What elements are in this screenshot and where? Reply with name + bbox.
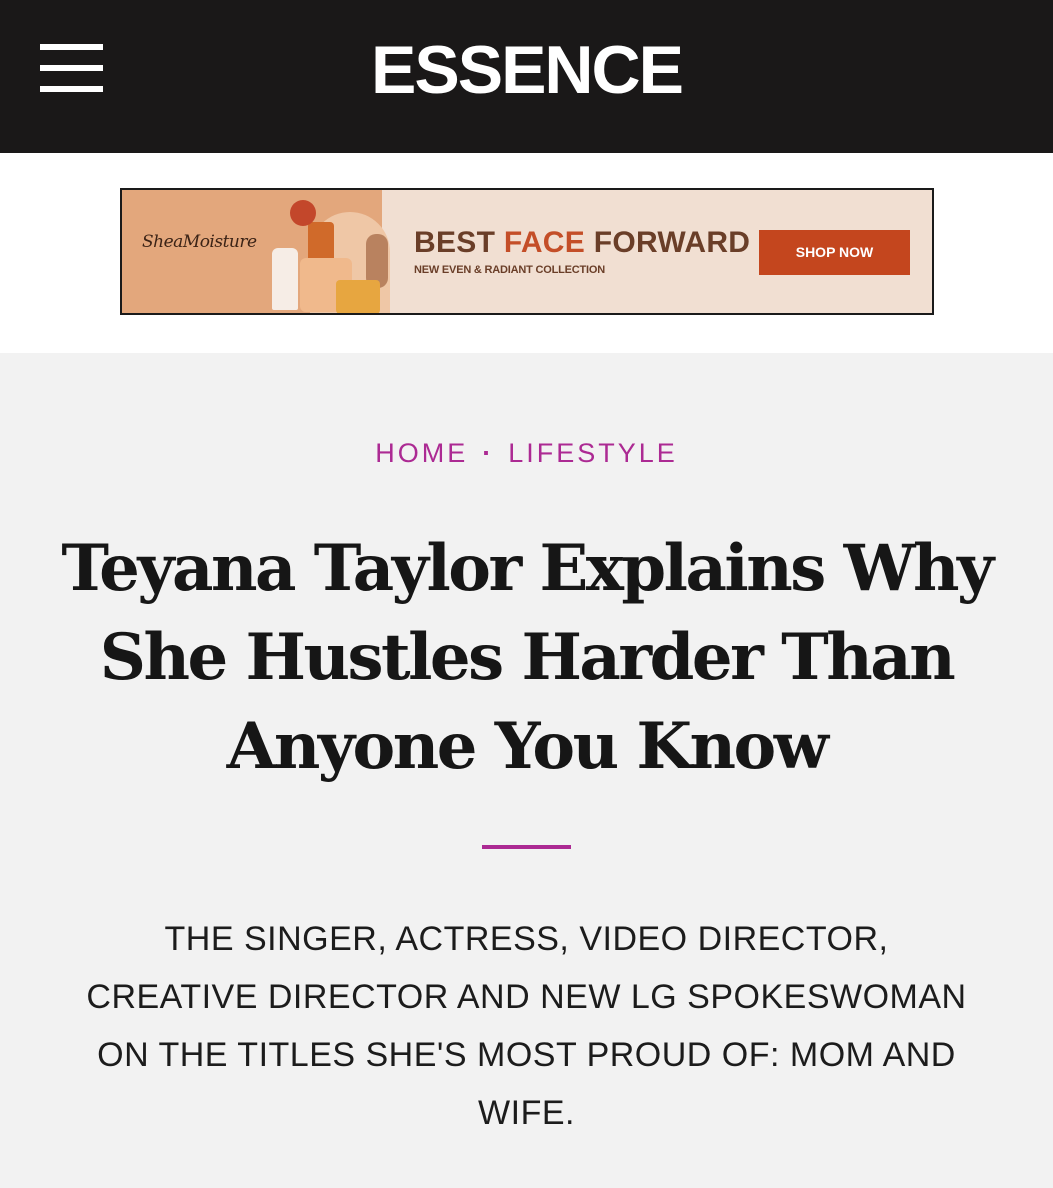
breadcrumb-lifestyle-link[interactable]: LIFESTYLE [508, 438, 678, 468]
ad-headline: BEST FACE FORWARD [414, 226, 750, 260]
ad-honeycomb-icon [336, 280, 380, 313]
ad-shop-now-button[interactable]: SHOP NOW [759, 230, 910, 275]
ad-new-badge-icon [290, 200, 316, 226]
site-header: ESSENCE [0, 0, 1053, 153]
banner-ad[interactable]: SheaMoisture BEST FACE FORWARD NEW EVEN … [120, 188, 934, 315]
breadcrumb-separator: · [482, 438, 495, 468]
article-title: Teyana Taylor Explains Why She Hustles H… [61, 531, 994, 784]
ad-bottle-icon [272, 248, 298, 310]
ad-brand-logo: SheaMoisture [142, 232, 257, 252]
ad-zone: SheaMoisture BEST FACE FORWARD NEW EVEN … [0, 153, 1053, 353]
breadcrumb: HOME · LIFESTYLE [0, 438, 1053, 469]
article-dek: THE SINGER, ACTRESS, VIDEO DIRECTOR, CRE… [86, 920, 967, 1132]
breadcrumb-home-link[interactable]: HOME [375, 438, 468, 468]
ad-subline: NEW EVEN & RADIANT COLLECTION [414, 264, 605, 276]
ad-headline-part1: BEST [414, 226, 504, 259]
ad-headline-accent: FACE [503, 226, 586, 259]
site-logo[interactable]: ESSENCE [0, 34, 1053, 106]
ad-headline-part2: FORWARD [585, 226, 751, 259]
ad-product-image: SheaMoisture [122, 190, 390, 313]
title-divider [482, 845, 571, 849]
